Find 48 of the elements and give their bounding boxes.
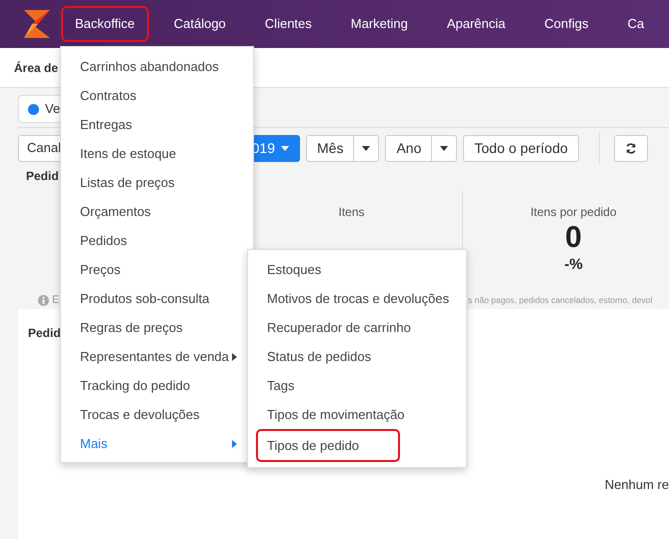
- nav-link[interactable]: Marketing: [336, 6, 422, 42]
- stat-label: Itens por pedido: [530, 204, 617, 221]
- section-title: Pedid: [26, 168, 59, 185]
- nav-link[interactable]: Clientes: [250, 6, 326, 42]
- menu-item[interactable]: Motivos de trocas e devoluções: [248, 284, 466, 313]
- menu-item[interactable]: Pedidos: [61, 226, 245, 255]
- card-title: Pedid: [28, 325, 61, 342]
- refresh-icon: [624, 142, 637, 154]
- menu-item[interactable]: Recuperador de carrinho: [248, 313, 466, 342]
- stat-change: -%: [564, 255, 583, 275]
- menu-item[interactable]: Trocas e devoluções: [61, 400, 245, 429]
- menu-item[interactable]: Produtos sob-consulta: [61, 284, 245, 313]
- empty-message: Nenhum re: [604, 476, 669, 494]
- dropdown-toggle[interactable]: [354, 134, 380, 162]
- menu-item[interactable]: Orçamentos: [61, 197, 245, 226]
- menu-item[interactable]: Itens de estoque: [61, 139, 245, 168]
- info-icon: [38, 294, 49, 306]
- chip-label: Ve: [45, 100, 60, 118]
- nav-link[interactable]: Catálogo: [160, 6, 240, 42]
- menu-item[interactable]: Status de pedidos: [248, 342, 466, 371]
- menu-item[interactable]: Carrinhos abandonados: [61, 52, 245, 81]
- menu-item[interactable]: Mais: [61, 429, 245, 458]
- menu-item[interactable]: Preços: [61, 255, 245, 284]
- nav-link[interactable]: Ca: [613, 6, 658, 42]
- menu-item[interactable]: Representantes de venda: [61, 342, 245, 371]
- menu-item[interactable]: Tracking do pedido: [61, 371, 245, 400]
- info-text: E: [52, 292, 60, 308]
- caret-icon: [362, 146, 370, 150]
- dropdown-toggle[interactable]: [432, 134, 458, 162]
- refresh-button[interactable]: [614, 134, 648, 162]
- menu-item[interactable]: Tags: [248, 371, 466, 400]
- nav-link[interactable]: Configs: [530, 6, 602, 42]
- menu-item[interactable]: Regras de preços: [61, 313, 245, 342]
- menu-item[interactable]: Estoques: [248, 255, 466, 284]
- stat-label: Itens: [338, 204, 364, 221]
- nav-link[interactable]: Backoffice: [61, 6, 149, 42]
- radio-icon[interactable]: [28, 104, 39, 114]
- nav-link[interactable]: Aparência: [432, 6, 520, 42]
- menu-item[interactable]: Tipos de movimentação: [248, 400, 466, 429]
- menu-item[interactable]: Listas de preços: [61, 168, 245, 197]
- caret-icon: [440, 146, 448, 150]
- month-button[interactable]: Mês: [306, 134, 354, 162]
- caret-icon: [281, 146, 289, 150]
- info-text: s não pagos, pedidos cancelados, estorno, devol: [468, 294, 652, 306]
- all-time-button[interactable]: Todo o período: [463, 134, 579, 162]
- menu-item[interactable]: Tipos de pedido: [256, 429, 400, 462]
- year-button[interactable]: Ano: [385, 134, 432, 162]
- stat-value: 0: [565, 221, 582, 254]
